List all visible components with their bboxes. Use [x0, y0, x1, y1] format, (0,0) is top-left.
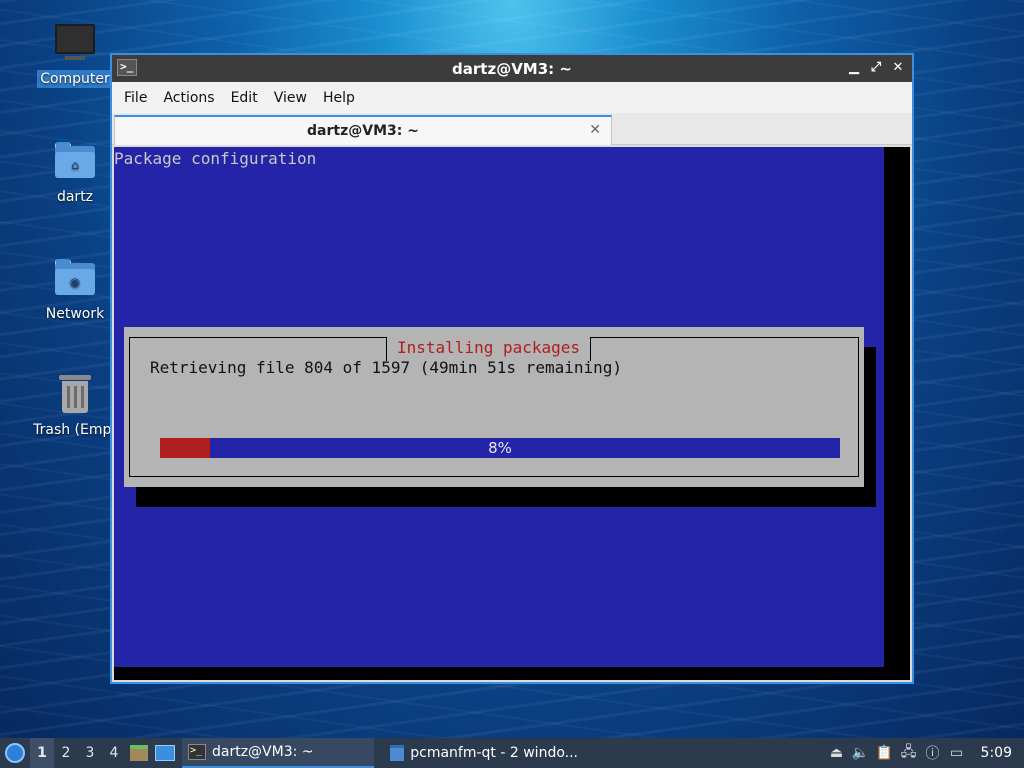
computer-icon [53, 22, 97, 66]
display-icon[interactable]: ▭ [946, 738, 968, 768]
clock[interactable]: 5:09 [969, 745, 1024, 761]
desktop-icon-label: Network [45, 306, 105, 322]
file-manager-icon [130, 745, 148, 761]
clipboard-icon[interactable]: 📋 [874, 738, 896, 768]
folder-icon [390, 745, 405, 761]
taskbar: 1 2 3 4 >_ dartz@VM3: ~ pcmanfm-qt - 2 w… [0, 738, 1024, 768]
terminal-icon: >_ [188, 744, 206, 760]
menu-help[interactable]: Help [317, 86, 361, 110]
maximize-button[interactable]: ⤢ [868, 59, 884, 77]
volume-icon[interactable]: 🔈 [850, 738, 872, 768]
task-pcmanfm[interactable]: pcmanfm-qt - 2 windo... [384, 738, 584, 768]
lxqt-logo-icon [5, 743, 25, 763]
update-notifier-icon[interactable]: ⓘ [922, 738, 944, 768]
task-terminal[interactable]: >_ dartz@VM3: ~ [182, 738, 374, 768]
tab-bar: dartz@VM3: ~ ✕ [112, 113, 912, 145]
desktop-icon-home[interactable]: ⌂ dartz [28, 140, 122, 206]
terminal-window: >_ dartz@VM3: ~ ▁ ⤢ ✕ File Actions Edit … [110, 53, 914, 684]
dialog-frame: Installing packages Retrieving file 804 … [129, 337, 859, 477]
tab-close-icon[interactable]: ✕ [589, 122, 601, 138]
desktop-icon-network[interactable]: ◉ Network [28, 257, 122, 323]
desktop-icon-computer[interactable]: Computer [28, 22, 122, 88]
window-title: dartz@VM3: ~ [452, 59, 572, 78]
show-desktop-icon [155, 745, 175, 761]
progress-percent: 8% [488, 439, 512, 457]
trash-icon [53, 373, 97, 417]
installing-dialog: Installing packages Retrieving file 804 … [124, 327, 864, 487]
terminal-area[interactable]: Package configuration Installing package… [114, 147, 910, 680]
workspace-3[interactable]: 3 [78, 738, 102, 768]
quicklaunch-file-manager[interactable] [126, 738, 152, 768]
workspace-4[interactable]: 4 [102, 738, 126, 768]
desktop-icon-trash[interactable]: Trash (Empt [28, 373, 122, 439]
quicklaunch-show-desktop[interactable] [152, 738, 178, 768]
dialog-backdrop: Package configuration Installing package… [114, 147, 884, 667]
minimize-button[interactable]: ▁ [846, 59, 862, 77]
menu-edit[interactable]: Edit [225, 86, 264, 110]
close-button[interactable]: ✕ [890, 59, 906, 77]
system-tray: ⏏ 🔈 📋 🖧 ⓘ ▭ 5:09 [825, 738, 1024, 768]
workspace-2[interactable]: 2 [54, 738, 78, 768]
home-folder-icon: ⌂ [53, 140, 97, 184]
task-label: dartz@VM3: ~ [212, 744, 314, 760]
desktop-icon-label: Trash (Empt [33, 422, 117, 438]
menu-view[interactable]: View [268, 86, 313, 110]
menu-file[interactable]: File [118, 86, 153, 110]
terminal-app-icon[interactable]: >_ [117, 59, 137, 76]
start-menu-button[interactable] [0, 738, 30, 768]
task-label: pcmanfm-qt - 2 windo... [410, 745, 578, 761]
retrieving-message: Retrieving file 804 of 1597 (49min 51s r… [150, 358, 623, 377]
tab-terminal[interactable]: dartz@VM3: ~ ✕ [114, 115, 612, 145]
network-folder-icon: ◉ [53, 257, 97, 301]
eject-icon[interactable]: ⏏ [826, 738, 848, 768]
desktop-icon-label: dartz [56, 189, 94, 205]
tab-label: dartz@VM3: ~ [307, 123, 419, 139]
menu-actions[interactable]: Actions [157, 86, 220, 110]
menu-bar: File Actions Edit View Help [112, 82, 912, 113]
window-titlebar[interactable]: >_ dartz@VM3: ~ ▁ ⤢ ✕ [112, 55, 912, 82]
desktop-icon-label: Computer [37, 70, 113, 88]
network-icon[interactable]: 🖧 [898, 738, 920, 768]
progress-bar: 8% [160, 438, 840, 458]
workspace-1[interactable]: 1 [30, 738, 54, 768]
package-config-header: Package configuration [114, 149, 317, 168]
